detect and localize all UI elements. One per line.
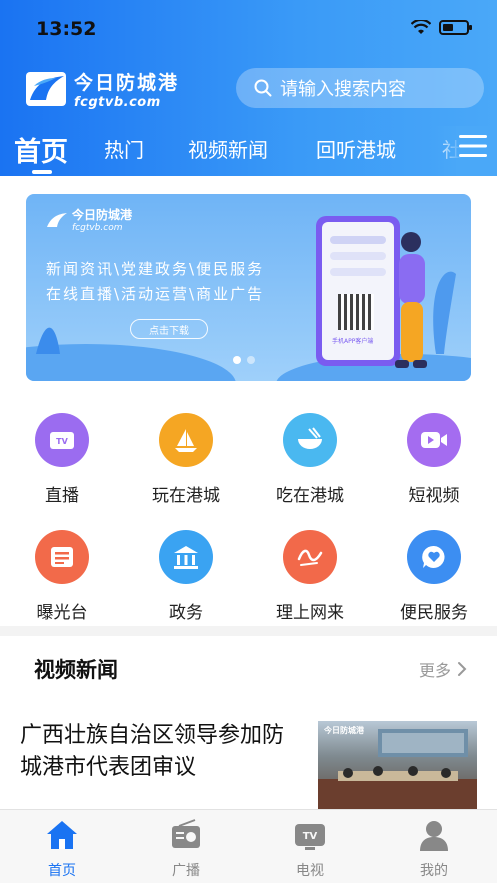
chevron-right-icon (458, 662, 467, 676)
grid-item-service[interactable]: 便民服务 (384, 530, 484, 623)
grid-item-learn[interactable]: 理上网来 (260, 530, 360, 623)
menu-icon[interactable] (459, 134, 487, 158)
newspaper-icon (35, 530, 89, 584)
tv-icon: TV (295, 824, 325, 850)
banner-line-1: 新闻资讯\党建政务\便民服务 (46, 260, 265, 278)
home-icon (47, 821, 77, 849)
tabbar-label: 我的 (420, 863, 448, 879)
tabbar-tv[interactable]: TV 电视 (270, 818, 350, 880)
grid-item-live[interactable]: TV 直播 (12, 413, 112, 506)
search-bar[interactable]: 请输入搜索内容 (236, 68, 484, 108)
grid-label: 曝光台 (36, 603, 88, 623)
grid-item-gov[interactable]: 政务 (136, 530, 236, 623)
banner-line-2: 在线直播\活动运营\商业广告 (46, 285, 265, 303)
logo-name: 今日防城港 (74, 72, 180, 94)
app-logo: 今日防城港 fcgtvb.com (26, 68, 179, 110)
tabbar-home[interactable]: 首页 (22, 818, 102, 880)
tabbar-label: 首页 (48, 863, 76, 879)
tabbar-radio[interactable]: 广播 (146, 818, 226, 880)
tab-home[interactable]: 首页 (14, 130, 68, 169)
svg-text:TV: TV (56, 437, 68, 446)
promo-banner[interactable]: 今日防城港 fcgtvb.com 新闻资讯\党建政务\便民服务 在线直播\活动运… (26, 194, 471, 381)
more-link[interactable]: 更多 (419, 657, 467, 681)
radio-icon (172, 819, 200, 848)
grid-label: 政务 (169, 603, 203, 623)
active-tab-indicator (32, 170, 52, 174)
meeting-photo (318, 729, 477, 809)
government-building-icon (159, 530, 213, 584)
grid-item-exposure[interactable]: 曝光台 (12, 530, 112, 623)
status-icons (411, 20, 472, 35)
news-item-title[interactable]: 广西壮族自治区领导参加防城港市代表团审议 (20, 720, 300, 784)
banner-logo-domain: fcgtvb.com (72, 223, 123, 233)
sailboat-icon (159, 413, 213, 467)
app-header: 13:52 今日防城港 fcgtvb.com 请输入搜索内容 首页 热门 视频新… (0, 0, 497, 176)
search-placeholder: 请输入搜索内容 (280, 79, 406, 100)
tab-video-news[interactable]: 视频新闻 (188, 134, 268, 163)
tv-icon: TV (35, 413, 89, 467)
logo-bird-icon (26, 72, 66, 106)
grid-item-short-video[interactable]: 短视频 (384, 413, 484, 506)
battery-icon (439, 20, 472, 35)
more-label: 更多 (418, 661, 451, 680)
status-time: 13:52 (36, 18, 97, 40)
logo-bird-icon (47, 212, 67, 227)
section-title: 视频新闻 (34, 658, 118, 682)
grid-item-food[interactable]: 吃在港城 (260, 413, 360, 506)
grid-item-fun[interactable]: 玩在港城 (136, 413, 236, 506)
video-camera-icon (407, 413, 461, 467)
svg-text:TV: TV (303, 831, 318, 842)
tabbar-label: 广播 (172, 863, 200, 879)
bowl-icon (283, 413, 337, 467)
calligraphy-icon (283, 530, 337, 584)
grid-label: 直播 (45, 486, 79, 506)
chat-heart-icon (407, 530, 461, 584)
grid-label: 短视频 (408, 486, 460, 506)
logo-domain: fcgtvb.com (74, 95, 161, 110)
search-icon (254, 79, 272, 97)
grid-label: 玩在港城 (152, 486, 220, 506)
download-button[interactable]: 点击下载 (130, 319, 208, 339)
grid-label: 吃在港城 (276, 486, 344, 506)
grid-label: 理上网来 (276, 603, 344, 623)
banner-dot (247, 356, 255, 364)
tabbar-label: 电视 (296, 863, 324, 879)
tab-replay[interactable]: 回听港城 (316, 134, 396, 163)
banner-logo-name: 今日防城港 (72, 208, 133, 222)
banner-dot-active (233, 356, 241, 364)
person-illustration (395, 232, 427, 368)
banner-pagination (233, 356, 255, 364)
banner-logo: 今日防城港 fcgtvb.com (46, 206, 132, 233)
news-item-thumbnail[interactable]: 今日防城港 (318, 721, 477, 809)
grid-label: 便民服务 (400, 603, 468, 623)
wifi-icon (411, 20, 431, 34)
phone-caption: 手机APP客户端 (332, 338, 374, 345)
qr-code (338, 294, 374, 330)
bottom-tab-bar: 首页 广播 TV 电视 我的 (0, 809, 497, 883)
tab-hot[interactable]: 热门 (104, 134, 144, 163)
tabbar-me[interactable]: 我的 (394, 818, 474, 880)
user-icon (420, 821, 448, 851)
channel-tabs: 首页 热门 视频新闻 回听港城 社 (0, 126, 497, 176)
section-divider (0, 626, 497, 636)
